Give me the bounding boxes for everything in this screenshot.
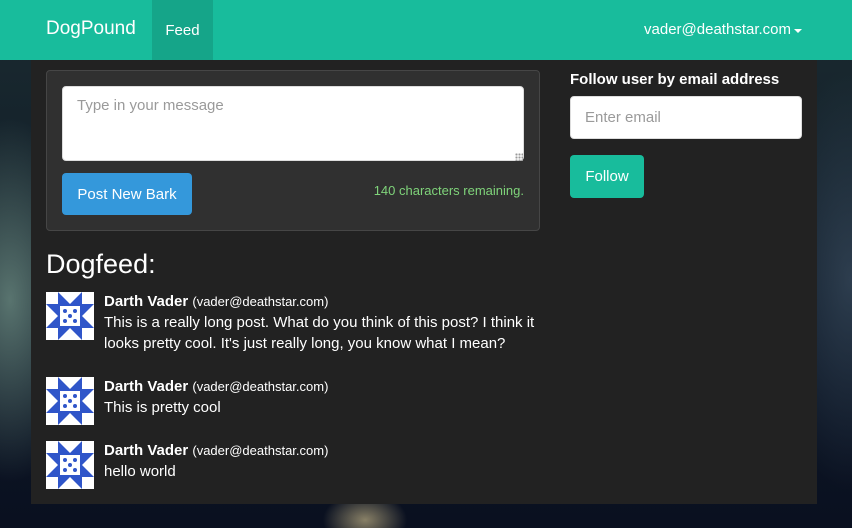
identicon-avatar-icon[interactable] [46, 441, 94, 489]
post-author[interactable]: Darth Vader [104, 293, 188, 310]
post-author-email: (vader@deathstar.com) [192, 294, 329, 309]
post-header: Darth Vader (vader@deathstar.com) [104, 377, 544, 397]
nav-tab-feed[interactable]: Feed [152, 0, 213, 60]
compose-panel: Post New Bark 140 characters remaining. [46, 70, 540, 231]
user-menu-dropdown[interactable]: vader@deathstar.com [644, 21, 802, 38]
post-author-email: (vader@deathstar.com) [192, 443, 329, 458]
post-body: Darth Vader (vader@deathstar.com) hello … [104, 441, 544, 482]
message-input[interactable] [62, 86, 524, 161]
follow-label: Follow user by email address [570, 71, 780, 88]
post-header: Darth Vader (vader@deathstar.com) [104, 441, 544, 461]
post-text: hello world [104, 463, 176, 480]
identicon-avatar-icon[interactable] [46, 292, 94, 340]
identicon-avatar-icon[interactable] [46, 377, 94, 425]
main-container: Post New Bark 140 characters remaining. … [31, 60, 817, 504]
post-author[interactable]: Darth Vader [104, 442, 188, 459]
post-text: This is pretty cool [104, 399, 221, 416]
brand-logo[interactable]: DogPound [46, 18, 136, 40]
follow-email-input[interactable] [570, 96, 802, 139]
resize-grip-icon[interactable] [515, 153, 523, 161]
post-header: Darth Vader (vader@deathstar.com) [104, 292, 544, 312]
follow-button[interactable]: Follow [570, 155, 644, 198]
feed-title: Dogfeed: [46, 249, 156, 279]
post-author-email: (vader@deathstar.com) [192, 379, 329, 394]
post-body: Darth Vader (vader@deathstar.com) This i… [104, 292, 544, 354]
post-text: This is a really long post. What do you … [104, 314, 535, 352]
post-body: Darth Vader (vader@deathstar.com) This i… [104, 377, 544, 418]
post-new-bark-button[interactable]: Post New Bark [62, 173, 192, 215]
user-email: vader@deathstar.com [644, 21, 791, 38]
nav-tab-feed-label: Feed [165, 21, 200, 39]
post-author[interactable]: Darth Vader [104, 378, 188, 395]
caret-down-icon [794, 28, 802, 33]
navbar: DogPound Feed vader@deathstar.com [0, 0, 852, 60]
characters-remaining: 140 characters remaining. [373, 183, 524, 198]
